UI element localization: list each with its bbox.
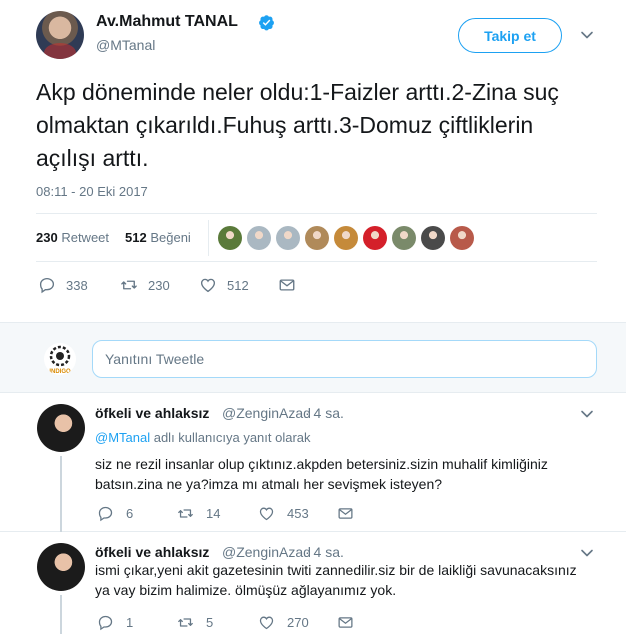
liker-avatar[interactable] [450,226,474,250]
like-action[interactable]: 270 [258,614,309,631]
author-avatar[interactable] [36,11,84,59]
replying-to: @MTanal adlı kullanıcıya yanıt olarak [95,430,311,445]
reply-action[interactable]: 6 [97,505,133,522]
author-handle[interactable]: @MTanal [96,37,155,53]
tweet-timestamp[interactable]: 08:11 - 20 Eki 2017 [36,184,148,199]
liker-avatar[interactable] [218,226,242,250]
retweet-count: 5 [206,615,214,630]
replying-to-mention[interactable]: @MTanal [95,430,150,445]
like-action-count: 512 [227,277,249,293]
user-avatar[interactable]: INDIGO [44,343,76,375]
thread-line [60,456,62,532]
retweet-icon [178,618,193,627]
reply-author-avatar[interactable] [37,404,85,452]
liker-avatar[interactable] [334,226,358,250]
follow-button[interactable]: Takip et [458,18,562,53]
message-action[interactable] [337,614,366,631]
envelope-icon [279,279,295,291]
reply-author-name[interactable]: öfkeli ve ahlaksız [95,544,209,560]
liker-avatar[interactable] [392,226,416,250]
reply-input[interactable]: Yanıtını Tweetle [92,340,597,378]
heart-icon [259,616,274,630]
tweet-stats: 230 Retweet 512 Beğeni [36,213,597,262]
envelope-icon [338,508,353,519]
stats-divider [208,220,209,256]
reply-time[interactable]: · 4 sa. [305,405,344,421]
reply-time[interactable]: · 4 sa. [305,544,344,560]
liker-avatar[interactable] [363,226,387,250]
reply-tweet[interactable]: öfkeli ve ahlaksız @ZenginAzad · 4 sa. @… [0,394,626,532]
reply-icon [98,615,113,631]
reply-composer: INDIGO Yanıtını Tweetle [0,322,626,393]
like-count: 512 [125,230,147,245]
retweet-action-count: 230 [148,277,170,293]
retweet-action[interactable]: 5 [177,614,213,631]
retweet-stat[interactable]: 230 Retweet [36,230,109,245]
reply-action[interactable]: 338 [38,276,88,294]
liker-avatar[interactable] [276,226,300,250]
replying-to-suffix: adlı kullanıcıya yanıt olarak [150,430,311,445]
like-count: 270 [287,615,309,630]
reply-icon [98,506,113,522]
liker-avatars [218,226,479,250]
reply-author-handle[interactable]: @ZenginAzad [222,544,311,560]
author-name[interactable]: Av.Mahmut TANAL [96,13,238,31]
reply-icon [39,277,55,294]
retweet-count: 14 [206,506,221,521]
retweet-icon [121,280,137,290]
chevron-down-icon[interactable] [580,546,594,560]
envelope-icon [338,617,353,628]
main-tweet: Av.Mahmut TANAL @MTanal Takip et Akp dön… [0,0,626,322]
message-action[interactable] [278,276,306,294]
retweet-count: 230 [36,230,58,245]
chevron-down-icon[interactable] [580,407,594,421]
retweet-action[interactable]: 230 [120,276,170,294]
retweet-stat-label: Retweet [61,230,110,245]
like-action[interactable]: 512 [199,276,249,294]
like-stat-label: Beğeni [150,230,191,245]
reply-author-name[interactable]: öfkeli ve ahlaksız [95,405,209,421]
reply-tweet[interactable]: öfkeli ve ahlaksız @ZenginAzad · 4 sa. i… [0,533,626,634]
like-count: 453 [287,506,309,521]
liker-avatar[interactable] [421,226,445,250]
reply-author-avatar[interactable] [37,543,85,591]
message-action[interactable] [337,505,366,522]
chevron-down-icon[interactable] [580,28,594,42]
verified-badge-icon [259,15,274,31]
reply-count: 1 [126,615,134,630]
liker-avatar[interactable] [305,226,329,250]
avatar-text: INDIGO [49,369,71,375]
retweet-icon [178,509,193,518]
like-action[interactable]: 453 [258,505,309,522]
reply-action[interactable]: 1 [97,614,133,631]
reply-text: siz ne rezil insanlar olup çıktınız.akpd… [95,456,548,492]
like-stat[interactable]: 512 Beğeni [125,230,191,245]
retweet-action[interactable]: 14 [177,505,220,522]
reply-count: 6 [126,506,134,521]
reply-text: ismi çıkar,yeni akit gazetesinin twiti z… [95,562,577,598]
reply-count: 338 [66,277,88,293]
liker-avatar[interactable] [247,226,271,250]
thread-line [60,595,62,634]
reply-author-handle[interactable]: @ZenginAzad [222,405,311,421]
heart-icon [200,278,216,293]
tweet-text: Akp döneminde neler oldu:1-Faizler arttı… [36,79,559,171]
heart-icon [259,507,274,521]
